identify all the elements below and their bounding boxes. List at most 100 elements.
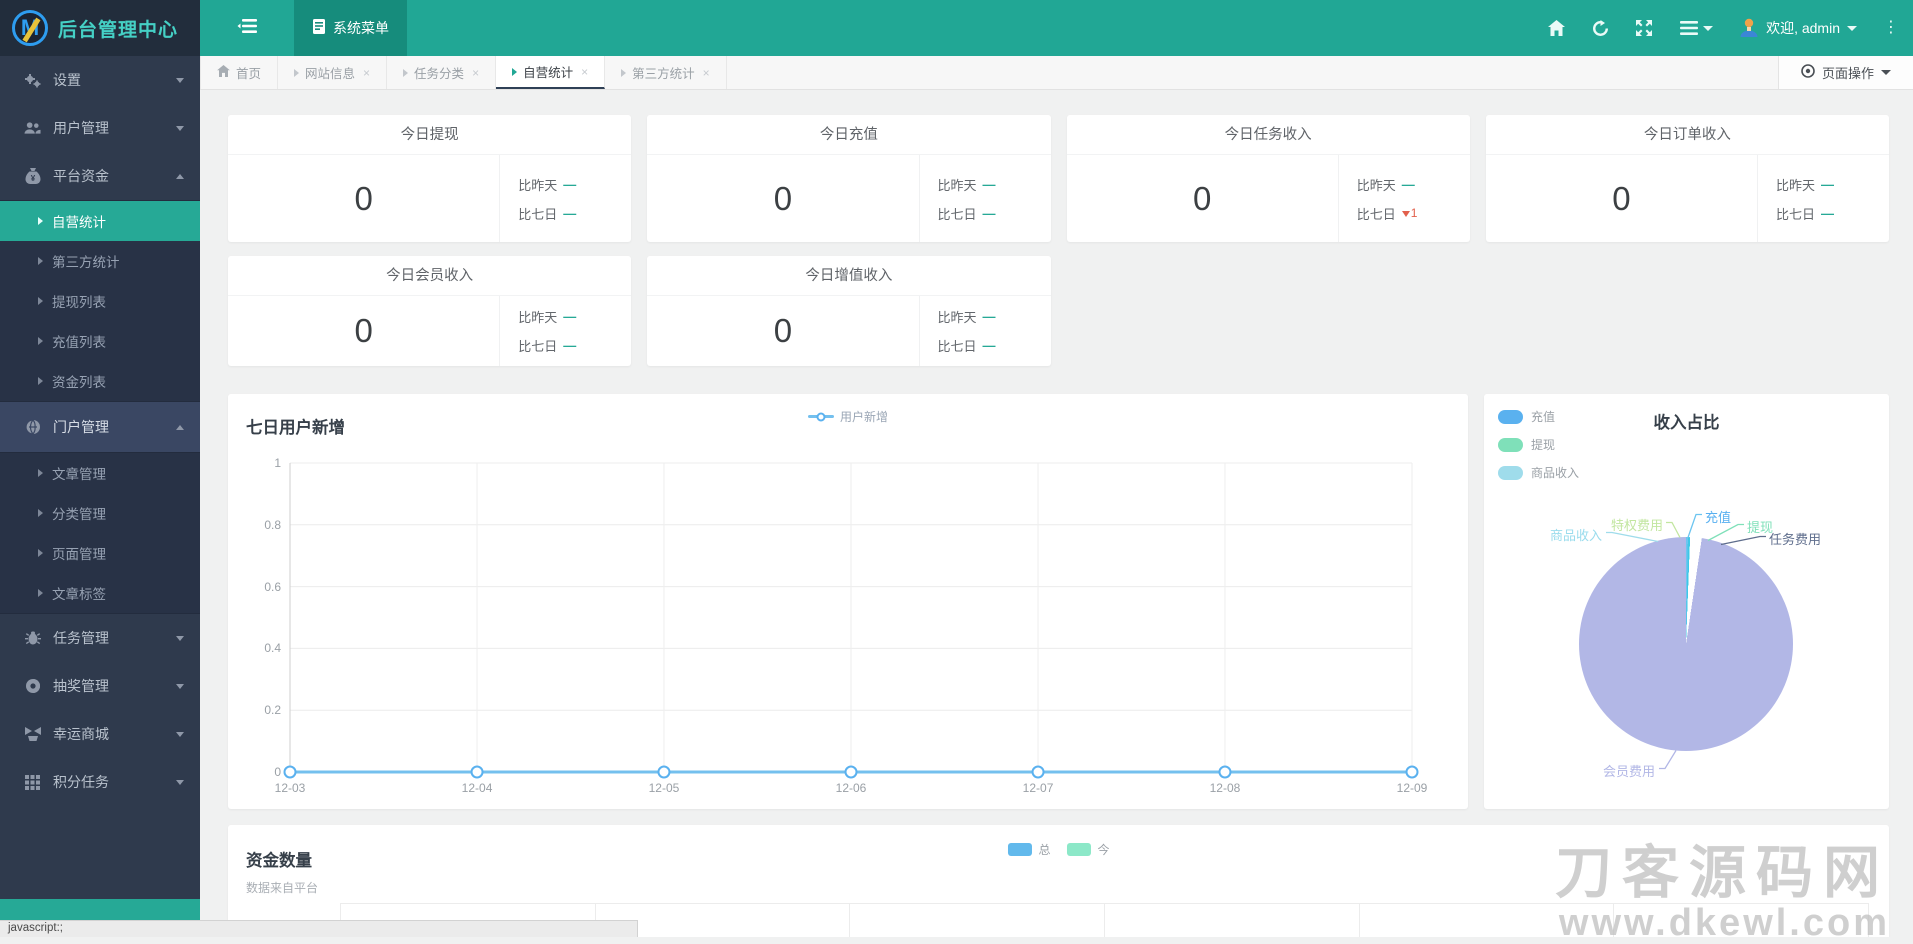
compare-yesterday-label: 比昨天 <box>938 175 977 194</box>
legend-item-withdraw[interactable]: 提现 <box>1498 436 1579 453</box>
home-icon <box>217 65 230 80</box>
sidebar-item-label: 门户管理 <box>53 417 164 437</box>
close-icon[interactable]: × <box>703 66 710 80</box>
chevron-up-icon <box>176 425 184 430</box>
gears-icon <box>24 72 41 89</box>
sidebar-subitem-funds-list[interactable]: 资金列表 <box>0 361 200 401</box>
sidebar-item-task-manage[interactable]: 任务管理 <box>0 614 200 662</box>
pie-chart-legend: 充值 提现 商品收入 <box>1498 408 1579 481</box>
tab-caret-icon <box>294 69 299 77</box>
legend-swatch <box>1498 438 1523 452</box>
sidebar-item-label: 用户管理 <box>53 118 164 138</box>
card-value: 0 <box>228 296 499 366</box>
x-axis-tick: 12-03 <box>275 781 306 795</box>
card-value: 0 <box>1067 155 1338 242</box>
tab-task-category[interactable]: 任务分类 × <box>387 56 496 89</box>
legend-swatch <box>1007 843 1031 856</box>
compare-yesterday-value: — <box>1821 177 1834 192</box>
sidebar-item-platform-funds[interactable]: ¥ 平台资金 <box>0 152 200 200</box>
legend-item-today[interactable]: 今 <box>1067 841 1110 858</box>
page-actions-button[interactable]: 页面操作 <box>1778 56 1913 89</box>
tab-third-party-stats[interactable]: 第三方统计 × <box>605 56 727 89</box>
y-axis-tick: 0.8 <box>264 518 281 532</box>
subitem-label: 充值列表 <box>52 331 106 351</box>
caret-right-icon <box>38 589 43 597</box>
more-options-icon[interactable]: ⋮ <box>1883 25 1899 31</box>
tab-self-stats-active[interactable]: 自营统计 × <box>496 56 605 89</box>
close-icon[interactable]: × <box>363 66 370 80</box>
close-icon[interactable]: × <box>581 65 588 79</box>
legend-item-goods-income[interactable]: 商品收入 <box>1498 464 1579 481</box>
sidebar-subitem-article-manage[interactable]: 文章管理 <box>0 453 200 493</box>
legend-swatch <box>1498 410 1523 424</box>
close-icon[interactable]: × <box>472 66 479 80</box>
y-axis-tick: 1 <box>274 456 281 470</box>
subitem-label: 第三方统计 <box>52 251 120 271</box>
sidebar-toggle-button[interactable] <box>200 0 294 56</box>
line-chart-legend-item[interactable]: 用户新增 <box>808 408 888 425</box>
compare-yesterday-label: 比昨天 <box>518 175 557 194</box>
app-logo: M <box>12 10 48 46</box>
avatar <box>1739 17 1759 40</box>
card-title: 今日任务收入 <box>1067 115 1470 155</box>
globe-icon <box>24 419 41 436</box>
sidebar-item-label: 抽奖管理 <box>53 676 164 696</box>
shortcut-menu-button[interactable] <box>1679 19 1713 37</box>
chevron-down-icon <box>176 78 184 83</box>
sidebar-item-lottery-manage[interactable]: 抽奖管理 <box>0 662 200 710</box>
line-series-icon <box>808 415 834 418</box>
stat-card-value-added-income-today: 今日增值收入 0 比昨天— 比七日— <box>647 256 1050 366</box>
tab-home[interactable]: 首页 <box>200 56 278 89</box>
compare-week-value: — <box>563 338 576 353</box>
user-menu[interactable]: 欢迎, admin <box>1739 17 1857 40</box>
chevron-down-icon <box>1847 26 1857 31</box>
sidebar-subitem-self-stats[interactable]: 自营统计 <box>0 201 200 241</box>
caret-right-icon <box>38 377 43 385</box>
card-value: 0 <box>647 155 918 242</box>
subitem-label: 文章标签 <box>52 583 106 603</box>
line-chart-title: 七日用户新增 <box>246 414 345 438</box>
fullscreen-icon[interactable] <box>1635 19 1653 37</box>
sidebar-item-points-task[interactable]: 积分任务 <box>0 758 200 806</box>
funds-title: 资金数量 <box>246 847 312 871</box>
caret-right-icon <box>38 337 43 345</box>
sidebar-subitem-article-tags[interactable]: 文章标签 <box>0 573 200 613</box>
pie-label-recharge: 充值 <box>1705 507 1731 526</box>
tab-caret-icon <box>621 69 626 77</box>
line-chart-svg <box>290 463 1412 772</box>
legend-item-total[interactable]: 总 <box>1007 841 1050 858</box>
pie-chart <box>1579 537 1793 751</box>
sidebar-subitem-third-party-stats[interactable]: 第三方统计 <box>0 241 200 281</box>
subitem-label: 提现列表 <box>52 291 106 311</box>
sidebar-subitem-recharge-list[interactable]: 充值列表 <box>0 321 200 361</box>
sidebar-item-portal[interactable]: 门户管理 <box>0 402 200 452</box>
compare-yesterday-label: 比昨天 <box>518 307 557 326</box>
legend-label: 提现 <box>1531 436 1555 453</box>
sidebar-subitem-category-manage[interactable]: 分类管理 <box>0 493 200 533</box>
sidebar-item-lucky-mall[interactable]: 幸运商城 <box>0 710 200 758</box>
sidebar-subitem-withdraw-list[interactable]: 提现列表 <box>0 281 200 321</box>
refresh-icon[interactable] <box>1591 19 1609 37</box>
tab-site-info[interactable]: 网站信息 × <box>278 56 387 89</box>
caret-right-icon <box>38 549 43 557</box>
chevron-down-icon <box>176 126 184 131</box>
status-bar-link-preview: javascript:; <box>0 920 638 937</box>
money-bag-icon: ¥ <box>24 168 41 185</box>
legend-item-recharge[interactable]: 充值 <box>1498 408 1579 425</box>
card-value: 0 <box>228 155 499 242</box>
tab-system-menu[interactable]: 系统菜单 <box>294 0 407 56</box>
compare-yesterday-value: — <box>983 309 996 324</box>
legend-label: 用户新增 <box>840 408 888 425</box>
card-title: 今日充值 <box>647 115 1050 155</box>
home-icon[interactable] <box>1547 19 1565 37</box>
compare-week-label: 比七日 <box>1357 204 1396 223</box>
card-value: 0 <box>647 296 918 366</box>
legend-label: 今 <box>1098 841 1110 858</box>
pie-chart-panel: 收入占比 充值 提现 商品收入 <box>1484 394 1889 809</box>
compare-week-value: — <box>1821 206 1834 221</box>
sidebar-item-users[interactable]: 用户管理 <box>0 104 200 152</box>
sidebar-nav: 设置 用户管理 ¥ 平台资金 自营统计 第三方统计 提现列表 充值列表 <box>0 56 200 937</box>
sidebar-subitem-page-manage[interactable]: 页面管理 <box>0 533 200 573</box>
sidebar-item-settings[interactable]: 设置 <box>0 56 200 104</box>
target-circle-icon <box>1801 64 1815 81</box>
